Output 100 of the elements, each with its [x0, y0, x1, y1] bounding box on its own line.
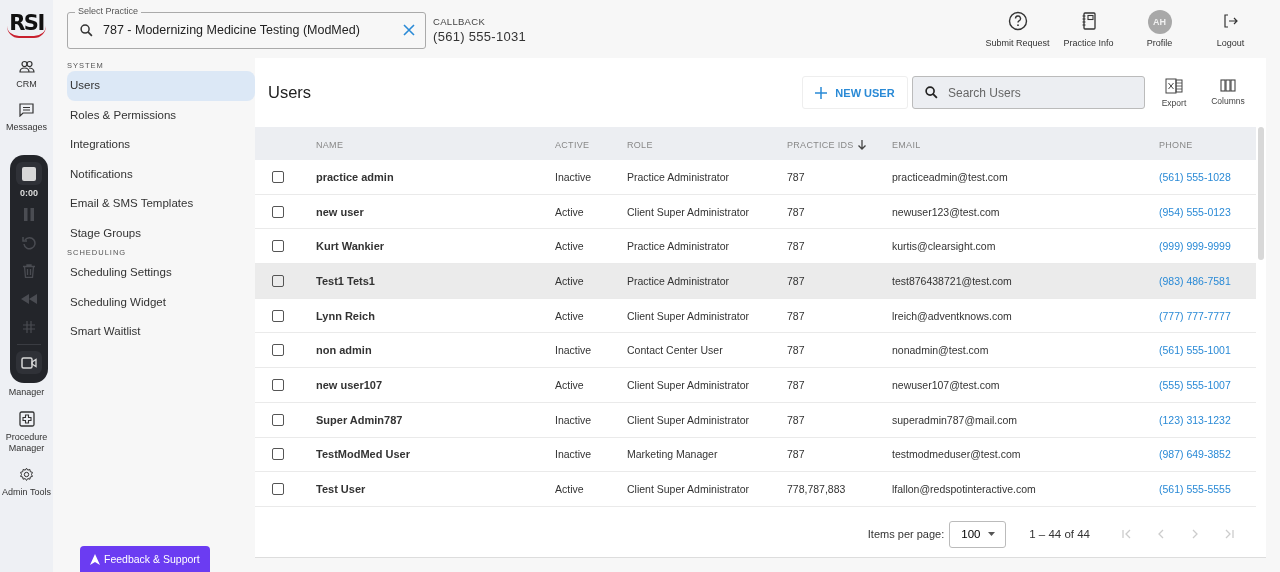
table-cell: nonadmin@test.com: [892, 344, 989, 357]
camera-button[interactable]: [16, 351, 42, 374]
phone-link[interactable]: (561) 555-1001: [1159, 344, 1231, 357]
header-action[interactable]: Submit Request: [982, 10, 1053, 48]
chevron-icon: [1156, 529, 1166, 539]
table-cell: lreich@adventknows.com: [892, 309, 1012, 322]
table-cell: 787: [787, 240, 805, 253]
rail-label[interactable]: Procedure Manager: [0, 432, 53, 454]
header-action[interactable]: Logout: [1195, 10, 1266, 48]
stop-icon: [22, 166, 36, 181]
sidebar-item[interactable]: Integrations: [67, 130, 255, 160]
row-checkbox[interactable]: [272, 378, 284, 391]
row-checkbox[interactable]: [272, 240, 284, 253]
video-camera-icon: [21, 356, 37, 369]
table-cell: kurtis@clearsight.com: [892, 240, 996, 253]
table-cell: 787: [787, 413, 805, 426]
table-cell: newuser107@test.com: [892, 378, 1000, 391]
sidebar-item[interactable]: Smart Waitlist: [67, 317, 255, 347]
row-checkbox[interactable]: [272, 205, 284, 218]
phone-link[interactable]: (561) 555-1028: [1159, 170, 1231, 183]
table-cell: Client Super Administrator: [627, 413, 749, 426]
header-action[interactable]: AH Profile: [1124, 10, 1195, 48]
notebook-icon: [1081, 10, 1096, 31]
table-cell: Active: [555, 378, 584, 391]
phone-link[interactable]: (123) 313-1232: [1159, 413, 1231, 426]
phone-link[interactable]: (954) 555-0123: [1159, 205, 1231, 218]
page-size-select[interactable]: 100: [949, 520, 1007, 548]
table-cell: lfallon@redspotinteractive.com: [892, 483, 1036, 496]
table-cell: 787: [787, 205, 805, 218]
medical-plus-icon[interactable]: [18, 411, 35, 427]
phone-link[interactable]: (987) 649-3852: [1159, 448, 1231, 461]
trash-icon: [23, 263, 35, 278]
table-cell: Active: [555, 274, 584, 287]
toolbar-button[interactable]: Columns: [1203, 79, 1253, 106]
rail-label[interactable]: Admin Tools: [0, 487, 53, 498]
table-cell: practice admin: [316, 170, 394, 183]
feedback-button[interactable]: Feedback & Support: [80, 546, 210, 572]
callback-phone: (561) 555-1031: [433, 29, 527, 44]
items-per-page-label: Items per page:: [867, 528, 945, 540]
people-icon[interactable]: [18, 60, 35, 74]
sidebar-item[interactable]: Notifications: [67, 159, 255, 189]
sidebar-item[interactable]: Roles & Permissions: [67, 100, 255, 130]
sidebar-item[interactable]: Users: [67, 71, 255, 101]
search-icon: [925, 86, 938, 99]
table-cell: Practice Administrator: [627, 240, 730, 253]
row-checkbox[interactable]: [272, 448, 284, 461]
table-cell: Practice Administrator: [627, 170, 730, 183]
phone-link[interactable]: (555) 555-1007: [1159, 378, 1231, 391]
table-cell: Inactive: [555, 413, 592, 426]
row-checkbox[interactable]: [272, 344, 284, 357]
caret-icon: [988, 532, 996, 536]
row-checkbox[interactable]: [272, 309, 284, 322]
avatar: AH: [1147, 9, 1172, 34]
table-cell: Client Super Administrator: [627, 378, 749, 391]
table-cell: Contact Center User: [627, 344, 723, 357]
rail-label[interactable]: CRM: [0, 79, 53, 90]
table-cell: practiceadmin@test.com: [892, 170, 1008, 183]
spreadsheet-icon: [1165, 77, 1183, 94]
table-cell: 787: [787, 448, 805, 461]
phone-link[interactable]: (561) 555-5555: [1159, 483, 1231, 496]
table-cell: Client Super Administrator: [627, 309, 749, 322]
row-checkbox[interactable]: [272, 413, 284, 426]
table-cell: Inactive: [555, 344, 592, 357]
chat-icon[interactable]: [19, 103, 34, 117]
chevron-icon: [1190, 529, 1200, 539]
table-cell: 787: [787, 170, 805, 183]
table-cell: Test User: [316, 483, 366, 496]
toolbar-button[interactable]: Export: [1149, 77, 1199, 108]
table-cell: 778,787,883: [787, 483, 846, 496]
callback-label: CALLBACK: [433, 16, 487, 27]
arrow-up-icon: [90, 553, 100, 565]
page-range: 1 – 44 of 44: [1029, 528, 1090, 540]
row-checkbox[interactable]: [272, 483, 284, 496]
close-icon[interactable]: [403, 24, 415, 36]
header-action[interactable]: Practice Info: [1053, 10, 1124, 48]
sidebar-item[interactable]: Email & SMS Templates: [67, 189, 255, 219]
sidebar-item[interactable]: Stage Groups: [67, 218, 255, 248]
settings-icon[interactable]: [19, 467, 34, 482]
table-row[interactable]: Test1 Tets1 Active Practice Administrator 787 test876438721@test.com (983) 486-7581: [255, 264, 1256, 299]
sidebar-item[interactable]: Scheduling Widget: [67, 287, 255, 317]
stop-button[interactable]: [16, 162, 42, 185]
search-field[interactable]: Search Users: [912, 76, 1145, 109]
table-cell: Marketing Manager: [627, 448, 718, 461]
table-cell: 787: [787, 378, 805, 391]
chevron-bar-icon: [1224, 529, 1234, 539]
logo[interactable]: RSI: [7, 10, 46, 38]
restart-icon: [22, 235, 36, 250]
table-cell: Practice Administrator: [627, 274, 730, 287]
new-user-button[interactable]: NEW USER: [802, 76, 908, 109]
row-checkbox[interactable]: [272, 274, 284, 287]
phone-link[interactable]: (777) 777-7777: [1159, 309, 1231, 322]
table-cell: Client Super Administrator: [627, 205, 749, 218]
rail-label[interactable]: Manager: [0, 387, 53, 398]
phone-link[interactable]: (999) 999-9999: [1159, 240, 1231, 253]
rail-label[interactable]: Messages: [0, 122, 53, 133]
row-checkbox[interactable]: [272, 170, 284, 183]
timer-text: 0:00: [20, 188, 38, 198]
sidebar-item[interactable]: Scheduling Settings: [67, 258, 255, 288]
pause-icon: [23, 208, 35, 221]
table-cell: newuser123@test.com: [892, 205, 1000, 218]
